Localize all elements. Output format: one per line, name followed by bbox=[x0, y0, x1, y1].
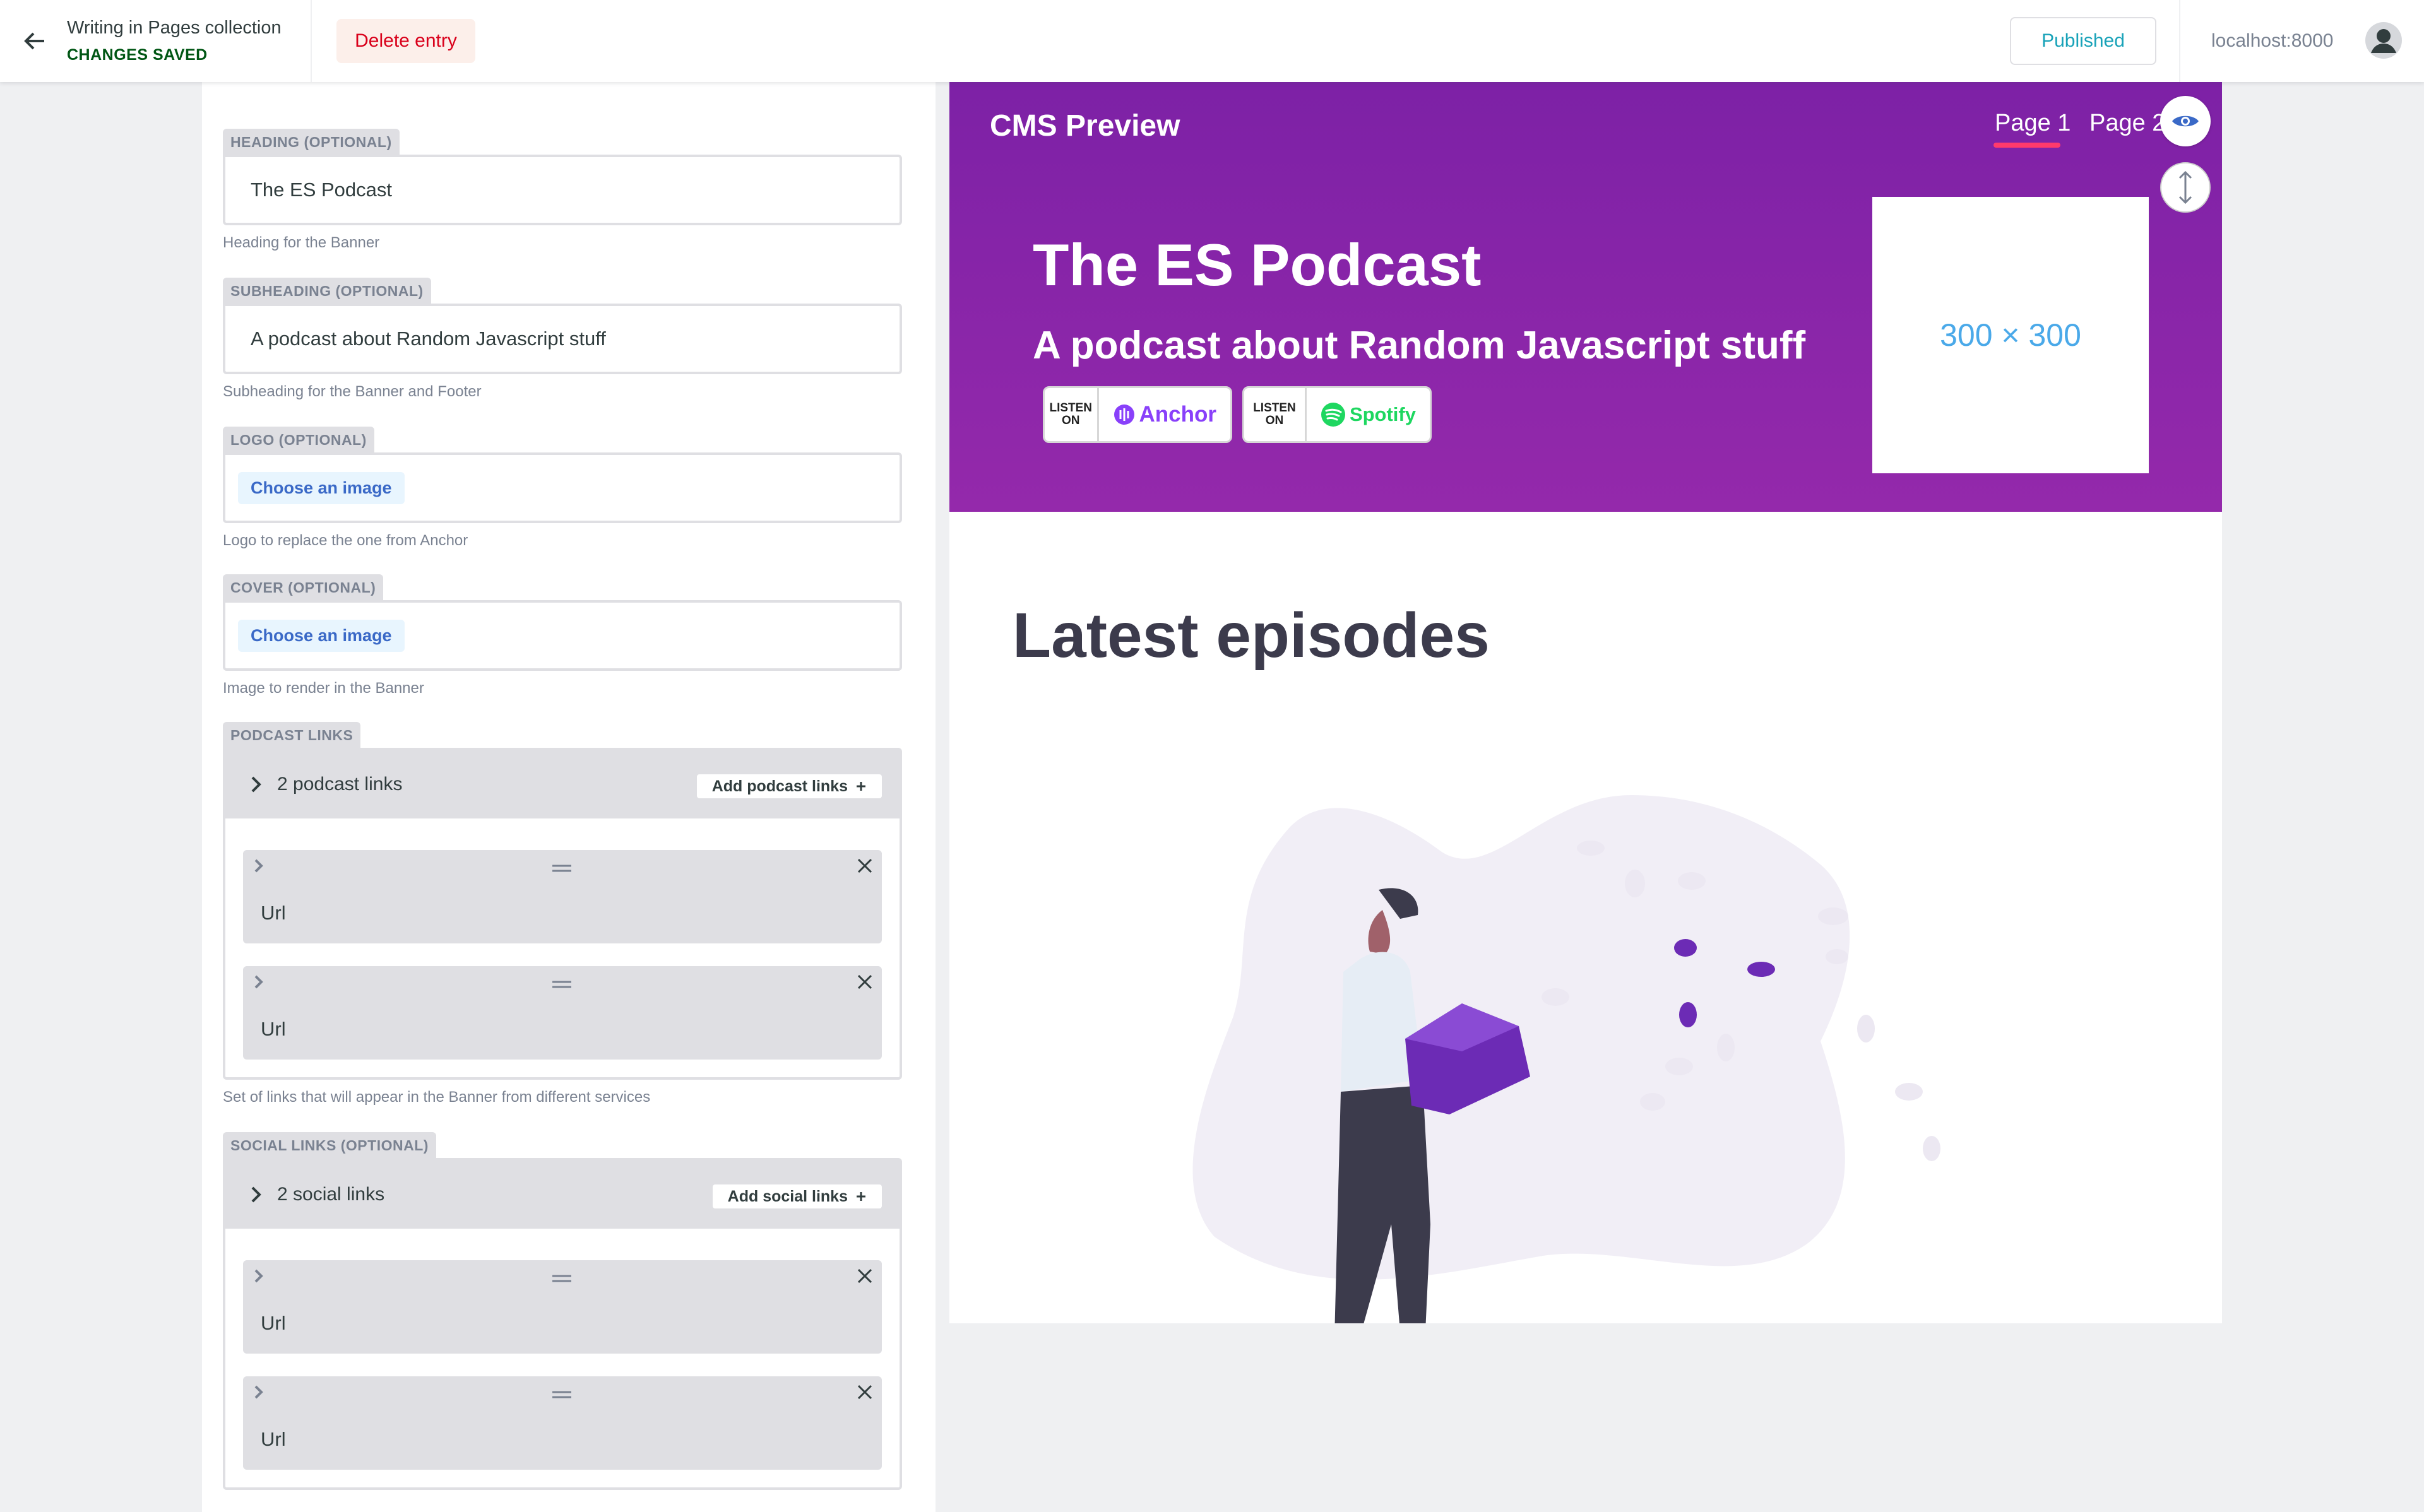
podcast-links-list: 2 podcast links Add podcast links Url Ur… bbox=[223, 748, 902, 1080]
divider bbox=[2179, 0, 2180, 82]
delete-entry-button[interactable]: Delete entry bbox=[336, 19, 475, 63]
drag-handle-icon[interactable] bbox=[552, 864, 571, 873]
subheading-input[interactable]: A podcast about Random Javascript stuff bbox=[223, 304, 902, 374]
field-label: PODCAST LINKS bbox=[223, 722, 361, 748]
spotify-icon bbox=[1321, 403, 1345, 427]
back-button[interactable] bbox=[19, 0, 50, 82]
preview-toggle-button[interactable] bbox=[2160, 96, 2211, 146]
top-bar: Writing in Pages collection CHANGES SAVE… bbox=[0, 0, 2424, 82]
service-label: Anchor bbox=[1139, 402, 1217, 427]
listen-on-label: LISTEN ON bbox=[1244, 388, 1307, 441]
logo-input: Choose an image bbox=[223, 452, 902, 523]
list-item: Url bbox=[243, 1260, 882, 1354]
list-item: Url bbox=[243, 1376, 882, 1470]
on-text: ON bbox=[1062, 414, 1080, 427]
drag-handle-icon[interactable] bbox=[552, 1274, 571, 1283]
close-icon[interactable] bbox=[857, 1268, 873, 1284]
add-podcast-links-button[interactable]: Add podcast links bbox=[696, 774, 882, 798]
cover-input: Choose an image bbox=[223, 600, 902, 671]
arrow-left-icon bbox=[24, 32, 44, 50]
logo-field: LOGO (OPTIONAL) Choose an image Logo to … bbox=[223, 427, 902, 550]
item-label: Url bbox=[261, 902, 286, 924]
listen-on-label: LISTEN ON bbox=[1045, 388, 1099, 441]
field-label: COVER (OPTIONAL) bbox=[223, 574, 384, 600]
nav-page-1[interactable]: Page 1 bbox=[1995, 110, 2070, 137]
list-header[interactable]: 2 podcast links Add podcast links bbox=[225, 750, 900, 818]
field-label: SUBHEADING (OPTIONAL) bbox=[223, 278, 431, 304]
published-button[interactable]: Published bbox=[2010, 17, 2156, 65]
list-count: 2 social links bbox=[277, 1184, 385, 1205]
chevron-right-icon[interactable] bbox=[251, 776, 262, 793]
divider bbox=[311, 0, 312, 82]
listen-text: LISTEN bbox=[1049, 401, 1093, 415]
choose-image-button[interactable]: Choose an image bbox=[238, 619, 405, 652]
banner-subtitle: A podcast about Random Javascript stuff bbox=[1033, 324, 1806, 367]
user-icon bbox=[2365, 22, 2402, 59]
add-label: Add social links bbox=[727, 1187, 848, 1205]
item-label: Url bbox=[261, 1018, 286, 1040]
choose-image-button[interactable]: Choose an image bbox=[238, 471, 405, 504]
cover-field: COVER (OPTIONAL) Choose an image Image t… bbox=[223, 574, 902, 697]
social-links-field: SOCIAL LINKS (OPTIONAL) 2 social links A… bbox=[223, 1132, 902, 1490]
section-title: Latest episodes bbox=[1013, 600, 1490, 671]
social-links-list: 2 social links Add social links Url Url bbox=[223, 1158, 902, 1490]
chevron-right-icon[interactable] bbox=[252, 1383, 266, 1402]
field-hint: Logo to replace the one from Anchor bbox=[223, 532, 468, 549]
service-name: Anchor bbox=[1099, 402, 1231, 427]
on-text: ON bbox=[1265, 414, 1284, 427]
drag-handle-icon[interactable] bbox=[552, 980, 571, 989]
subheading-field: SUBHEADING (OPTIONAL) A podcast about Ra… bbox=[223, 278, 902, 401]
eye-icon bbox=[2172, 115, 2199, 127]
banner: CMS Preview Page 1 Page 2 The ES Podcast… bbox=[949, 82, 2222, 512]
plus-icon bbox=[857, 782, 865, 791]
close-icon[interactable] bbox=[857, 1384, 873, 1400]
close-icon[interactable] bbox=[857, 858, 873, 874]
site-brand[interactable]: CMS Preview bbox=[990, 109, 1180, 143]
collection-title: Writing in Pages collection bbox=[67, 18, 282, 38]
nav-active-underline bbox=[1993, 143, 2060, 148]
heading-input[interactable]: The ES Podcast bbox=[223, 155, 902, 225]
chevron-right-icon[interactable] bbox=[252, 1267, 266, 1285]
illustration-image bbox=[1192, 795, 1940, 1323]
chevron-right-icon[interactable] bbox=[251, 1186, 262, 1203]
chevron-right-icon[interactable] bbox=[252, 856, 266, 875]
close-icon[interactable] bbox=[857, 974, 873, 990]
spotify-badge[interactable]: LISTEN ON Spotify bbox=[1242, 386, 1432, 443]
save-status: CHANGES SAVED bbox=[67, 46, 208, 64]
field-hint: Image to render in the Banner bbox=[223, 680, 424, 697]
sync-scroll-icon bbox=[2178, 170, 2192, 204]
list-header[interactable]: 2 social links Add social links bbox=[225, 1161, 900, 1229]
site-url[interactable]: localhost:8000 bbox=[2211, 30, 2333, 52]
field-hint: Set of links that will appear in the Ban… bbox=[223, 1089, 651, 1106]
field-label: LOGO (OPTIONAL) bbox=[223, 427, 374, 452]
podcast-links-field: PODCAST LINKS 2 podcast links Add podcas… bbox=[223, 722, 902, 1106]
anchor-badge[interactable]: LISTEN ON Anchor bbox=[1043, 386, 1232, 443]
field-hint: Subheading for the Banner and Footer bbox=[223, 383, 482, 400]
heading-field: HEADING (OPTIONAL) The ES Podcast Headin… bbox=[223, 129, 902, 252]
sync-scroll-button[interactable] bbox=[2160, 162, 2211, 213]
anchor-icon bbox=[1114, 405, 1134, 425]
nav-page-2[interactable]: Page 2 bbox=[2089, 110, 2165, 137]
service-label: Spotify bbox=[1349, 403, 1416, 425]
field-label: HEADING (OPTIONAL) bbox=[223, 129, 400, 155]
preview-frame: CMS Preview Page 1 Page 2 The ES Podcast… bbox=[949, 82, 2222, 1323]
list-item: Url bbox=[243, 850, 882, 943]
service-name: Spotify bbox=[1307, 402, 1430, 427]
cover-placeholder: 300 × 300 bbox=[1872, 197, 2149, 473]
field-label: SOCIAL LINKS (OPTIONAL) bbox=[223, 1132, 436, 1158]
listen-text: LISTEN bbox=[1253, 401, 1296, 415]
list-item: Url bbox=[243, 966, 882, 1060]
plus-icon bbox=[857, 1192, 865, 1201]
avatar[interactable] bbox=[2365, 21, 2403, 59]
add-social-links-button[interactable]: Add social links bbox=[712, 1184, 882, 1208]
add-label: Add podcast links bbox=[711, 777, 848, 795]
drag-handle-icon[interactable] bbox=[552, 1390, 571, 1399]
collection-info: Writing in Pages collection CHANGES SAVE… bbox=[67, 18, 282, 64]
list-count: 2 podcast links bbox=[277, 774, 403, 794]
banner-title: The ES Podcast bbox=[1033, 232, 1482, 298]
chevron-right-icon[interactable] bbox=[252, 972, 266, 991]
item-label: Url bbox=[261, 1312, 286, 1334]
item-label: Url bbox=[261, 1428, 286, 1450]
field-hint: Heading for the Banner bbox=[223, 234, 380, 251]
